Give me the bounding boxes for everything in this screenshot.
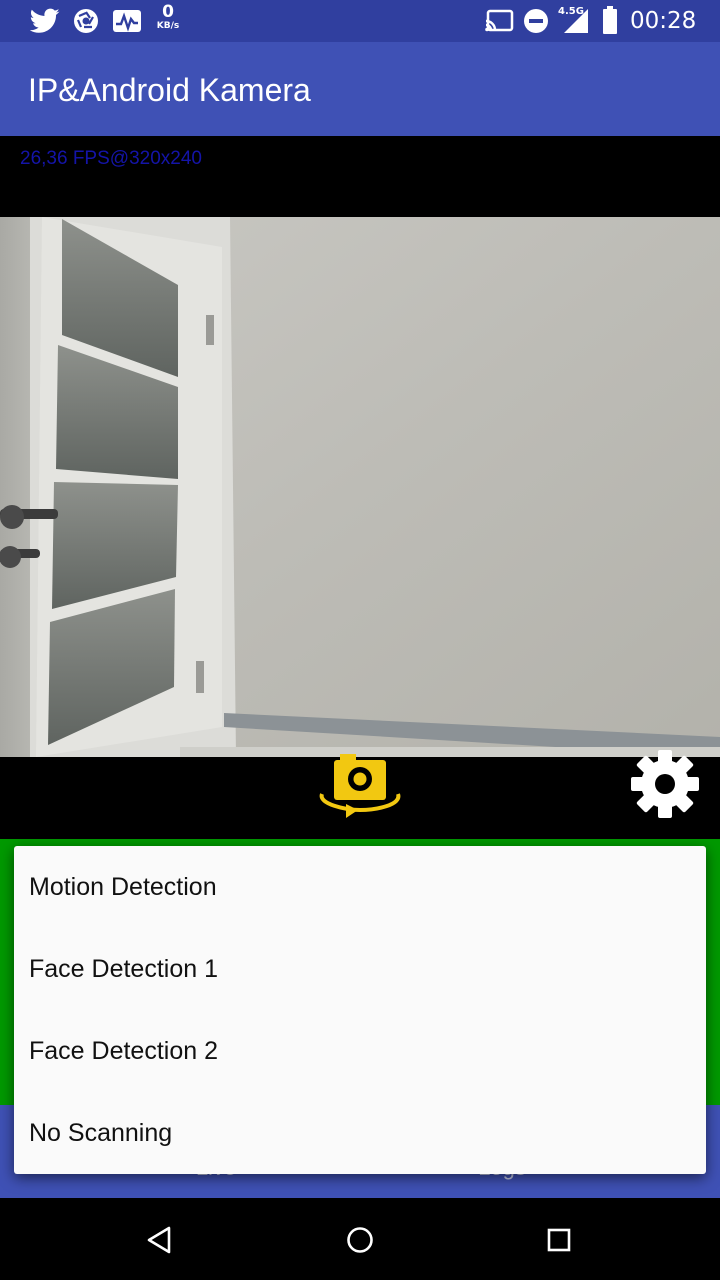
fps-overlay: 26,36 FPS@320x240 bbox=[20, 148, 202, 169]
app-bar: IP&Android Kamera bbox=[0, 42, 720, 136]
activity-monitor-icon bbox=[113, 10, 141, 32]
back-icon[interactable] bbox=[142, 1222, 178, 1258]
aperture-icon bbox=[74, 9, 98, 33]
menu-item-motion-detection[interactable]: Motion Detection bbox=[14, 846, 706, 928]
menu-item-label: Face Detection 1 bbox=[29, 955, 218, 983]
data-rate-unit: KB/s bbox=[156, 21, 180, 31]
app-title: IP&Android Kamera bbox=[28, 72, 311, 108]
screen: 0 KB/s 4.5G 00:28 IP&Android Kamera 26,3… bbox=[0, 0, 720, 1280]
menu-item-no-scanning[interactable]: No Scanning bbox=[14, 1092, 706, 1174]
camera-preview[interactable] bbox=[0, 217, 720, 757]
home-icon[interactable] bbox=[342, 1222, 378, 1258]
menu-item-face-detection-1[interactable]: Face Detection 1 bbox=[14, 928, 706, 1010]
twitter-icon bbox=[30, 8, 60, 33]
data-rate-value: 0 bbox=[162, 2, 174, 22]
menu-item-label: Motion Detection bbox=[29, 873, 217, 901]
switch-camera-icon[interactable] bbox=[316, 752, 404, 826]
recents-icon[interactable] bbox=[541, 1222, 577, 1258]
menu-item-label: Face Detection 2 bbox=[29, 1037, 218, 1065]
gear-icon[interactable] bbox=[630, 748, 700, 820]
menu-item-label: No Scanning bbox=[29, 1119, 173, 1147]
do-not-disturb-icon bbox=[524, 9, 548, 33]
signal-icon bbox=[564, 9, 588, 33]
menu-item-face-detection-2[interactable]: Face Detection 2 bbox=[14, 1010, 706, 1092]
cast-icon bbox=[485, 9, 514, 32]
clock: 00:28 bbox=[630, 8, 697, 34]
scan-mode-popup-menu: Motion Detection Face Detection 1 Face D… bbox=[14, 846, 706, 1174]
status-bar: 0 KB/s 4.5G 00:28 bbox=[0, 0, 720, 42]
battery-icon bbox=[603, 6, 617, 34]
data-rate-indicator: 0 KB/s bbox=[152, 4, 184, 31]
